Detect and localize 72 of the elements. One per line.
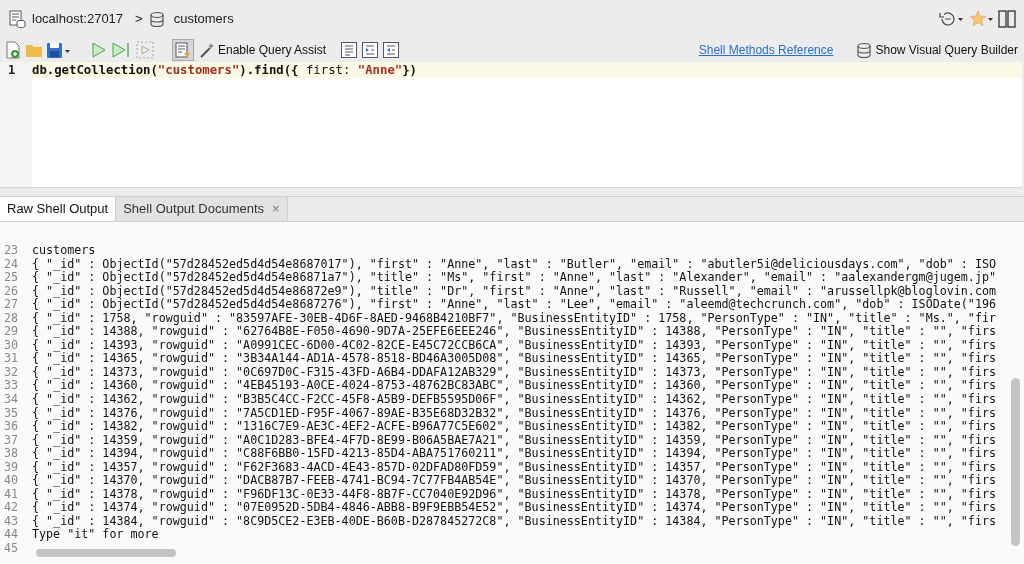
output-line: customers [32,244,97,258]
line-number: 1 [7,62,17,78]
line-number: 30 [4,338,20,353]
line-number: 45 [4,542,20,556]
line-number: 32 [4,365,20,380]
outdent-icon[interactable] [382,41,401,59]
output-line: { "_id" : 14388, "rowguid" : "62764B8E-F050-4690-9D7A-25EFE6EEE246", "BusinessEntityID" : 14388, "PersonType" : "IN", "title" : "", "firs [32,325,997,339]
output-line: { "_id" : 14362, "rowguid" : "B3B5C4CC-F2CC-45F8-A5B9-DEFB5595D06F", "BusinessEntityID" : 14362, "PersonType" : "IN", "title" : "", "firs [32,393,997,407]
line-number: 34 [4,393,20,407]
server-name[interactable]: localhost:27017 [32,9,124,29]
output-line: { "_id" : 14359, "rowguid" : "A0C1D283-BFE4-4F7D-8E99-B06A5BAE7A21", "BusinessEntityID" : 14359, "PersonType" : "IN", "title" : "", "firs [32,433,997,448]
database-icon [856,41,873,59]
line-number: 25 [4,271,20,285]
output-line: { "_id" : 14365, "rowguid" : "3B34A144-AD1A-4578-8518-BD46A3005D08", "BusinessEntityID" : 14365, "PersonType" : "IN", "title" : "", "firs [32,352,997,366]
line-number: 44 [4,528,20,543]
visual-query-builder-button[interactable]: Show Visual Query Builder [854,41,1020,59]
new-file-icon[interactable] [4,41,22,59]
split-view-icon[interactable] [998,10,1016,28]
output-tab[interactable]: Raw Shell Output [0,197,117,221]
output-line: { "_id" : 14382, "rowguid" : "1316C7E9-AE3C-4EF2-ACFE-B96A77C5E602", "BusinessEntityID" : 14382, "PersonType" : "IN", "title" : "", "firs [32,420,997,434]
output-line: { "_id" : 14373, "rowguid" : "0C697D0C-F315-43FD-A6B4-DDAFA12AB329", "BusinessEntityID" : 14373, "PersonType" : "IN", "title" : "", "firs [32,365,997,380]
indent-icon[interactable] [361,41,380,59]
line-number: 41 [4,487,20,502]
output-tab[interactable]: Shell Output Documents × [116,197,288,221]
query-assist-button[interactable]: Enable Query Assist [197,41,329,59]
line-number: 26 [4,284,20,299]
magic-wand-icon [199,42,215,58]
line-number: 43 [4,514,20,529]
server-icon [8,10,26,28]
breadcrumb-separator: > [135,10,143,29]
output-line: { "_id" : 1758, "rowguid" : "83597AFE-30EB-4D6F-8AED-9468B4210BF7", "BusinessEntityID" : 1758, "PersonType" : "IN", "title" : "Ms.", "fir [32,311,997,326]
output-line: { "_id" : ObjectId("57d28452ed5d4d54e86872e9"), "title" : "Dr", "first" : "Anne", "last" : "Russell", "email" : "arussellpk@bloglovin.com [32,284,997,299]
output-line: Type "it" for more [32,528,159,543]
output-line: { "_id" : 14376, "rowguid" : "7A5CD1ED-F95F-4067-89AE-B35E68D32B32", "BusinessEntityID" : 14376, "PersonType" : "IN", "title" : "", "firs [32,406,997,421]
vertical-scrollbar[interactable] [1011,378,1020,546]
collection-name[interactable]: customers [173,9,234,29]
line-number: 40 [4,474,20,488]
output-line: { "_id" : 14370, "rowguid" : "DACB87B7-FEEB-4741-BC94-7C77FB4AB54E", "BusinessEntityID" : 14370, "PersonType" : "IN", "title" : "", "firs [32,474,997,488]
line-number: 31 [4,352,20,366]
line-number: 23 [4,244,20,258]
output-line: { "_id" : ObjectId("57d28452ed5d4d54e8687017"), "first" : "Anne", "last" : "Butler", "email" : "abutler5i@deliciousdays.com", "dob" : ISO [32,257,997,272]
format-icon[interactable] [340,41,359,59]
output-line: { "_id" : 14394, "rowguid" : "C88F6BB0-15FD-4213-85D4-ABA751760211", "BusinessEntityID" : 14394, "PersonType" : "IN", "title" : "", "firs [32,447,997,461]
line-number: 35 [4,406,20,421]
output-line: { "_id" : 14360, "rowguid" : "4EB45193-A0CE-4024-8753-48762BC83ABC", "BusinessEntityID" : 14360, "PersonType" : "IN", "title" : "", "firs [32,379,997,393]
line-number: 36 [4,420,20,434]
output-line: { "_id" : 14378, "rowguid" : "F96DF13C-0E33-44F8-8B7F-CC7040E92D96", "BusinessEntityID" : 14378, "PersonType" : "IN", "title" : "", "firs [32,487,997,502]
line-number: 39 [4,460,20,475]
line-number: 42 [4,501,20,515]
line-number: 33 [4,379,20,393]
history-icon[interactable] [938,10,966,28]
line-number: 27 [4,298,20,312]
output-line: { "_id" : ObjectId("57d28452ed5d4d54e8687276"), "first" : "Anne", "last" : "Lee", "email" : "aleemd@techcrunch.com", "dob" : ISODate("196 [32,298,997,312]
run-icon[interactable] [90,41,108,59]
close-icon[interactable]: × [272,199,280,219]
database-icon [148,10,165,28]
save-icon[interactable] [46,41,72,59]
line-number: 38 [4,447,20,461]
line-number: 28 [4,311,20,326]
line-number: 37 [4,433,20,448]
horizontal-scrollbar[interactable] [36,549,176,557]
line-number: 24 [4,257,20,272]
output-line: { "_id" : 14393, "rowguid" : "A0991CEC-6D00-4C02-82CE-E45C72CCB6CA", "BusinessEntityID" : 14393, "PersonType" : "IN", "title" : "", "firs [32,338,997,353]
run-selection-icon[interactable] [136,41,154,59]
output-line: { "_id" : ObjectId("57d28452ed5d4d54e86871a7"), "title" : "Ms", "first" : "Anne", "last" : "Alexander", "email" : "aalexandergm@jugem.jp" [32,271,997,285]
line-number: 29 [4,325,20,339]
output-line: { "_id" : 14357, "rowguid" : "F62F3683-4ACD-4E43-857D-02DFAD80FD59", "BusinessEntityID" : 14357, "PersonType" : "IN", "title" : "", "firs [32,460,997,475]
output-line: { "_id" : 14384, "rowguid" : "8C9D5CE2-E3EB-40DE-B60B-D287845272C8", "BusinessEntityID" : 14384, "PersonType" : "IN", "title" : "", "firs [32,514,997,529]
query-assist-toggle-icon[interactable] [172,39,194,61]
star-icon[interactable] [969,10,995,28]
output-line: { "_id" : 14374, "rowguid" : "07E0952D-5DB4-4846-ABB8-B9F9EBB54E52", "BusinessEntityID" : 14374, "PersonType" : "IN", "title" : "", "firs [32,501,997,515]
reference-link[interactable]: Shell Methods Reference [698,41,834,59]
